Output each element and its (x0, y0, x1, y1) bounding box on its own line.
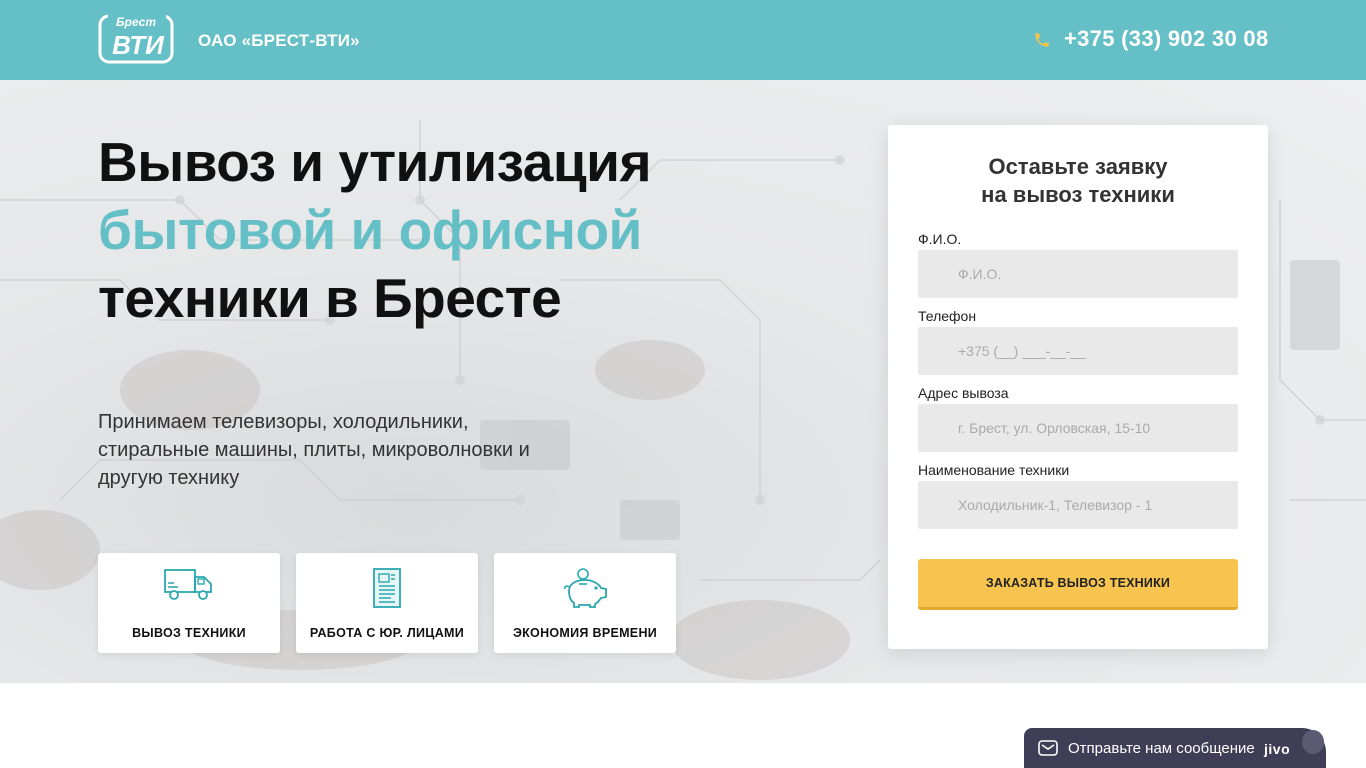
name-label: Ф.И.О. (918, 231, 962, 247)
svg-text:ВТИ: ВТИ (112, 30, 165, 60)
feature-card-pickup: ВЫВОЗ ТЕХНИКИ (98, 553, 280, 653)
phone-label: Телефон (918, 308, 977, 324)
form-title: Оставьте заявку на вывоз техники (888, 153, 1268, 209)
phone-icon (1035, 33, 1049, 47)
company-name: ОАО «БРЕСТ-ВТИ» (198, 31, 360, 50)
form-title-line-2: на вывоз техники (981, 182, 1175, 207)
form-title-line-1: Оставьте заявку (988, 154, 1168, 179)
hero-title-line-1: Вывоз и утилизация (98, 131, 652, 193)
feature-card-legal: РАБОТА С ЮР. ЛИЦАМИ (296, 553, 478, 653)
equipment-input[interactable] (918, 481, 1238, 529)
piggy-bank-icon (563, 568, 607, 608)
svg-text:Брест: Брест (116, 15, 156, 29)
truck-icon (164, 569, 212, 600)
hero-title-line-3: техники в Бресте (98, 267, 562, 329)
name-input[interactable] (918, 250, 1238, 298)
feature-label: ВЫВОЗ ТЕХНИКИ (132, 626, 246, 640)
phone-link[interactable]: +375 (33) 902 30 08 (1064, 26, 1268, 52)
feature-cards: ВЫВОЗ ТЕХНИКИ РАБОТА С ЮР. ЛИЦАМИ ЭКОНОМ… (98, 553, 676, 653)
address-input[interactable] (918, 404, 1238, 452)
order-pickup-button[interactable]: ЗАКАЗАТЬ ВЫВОЗ ТЕХНИКИ (918, 559, 1238, 610)
document-icon (373, 568, 401, 608)
hero-section: Вывоз и утилизация бытовой и офисной тех… (0, 80, 1366, 683)
chat-widget[interactable]: Отправьте нам сообщение jivo (1024, 728, 1326, 768)
site-header: Брест ВТИ ОАО «БРЕСТ-ВТИ» +375 (33) 902 … (0, 0, 1366, 80)
brest-vti-logo[interactable]: Брест ВТИ (98, 14, 174, 66)
address-label: Адрес вывоза (918, 385, 1009, 401)
envelope-icon (1038, 740, 1058, 756)
chat-status-bubble (1302, 730, 1324, 754)
feature-card-time-saving: ЭКОНОМИЯ ВРЕМЕНИ (494, 553, 676, 653)
hero-lead-text: Принимаем телевизоры, холодильники, стир… (98, 411, 530, 489)
equipment-label: Наименование техники (918, 462, 1070, 478)
hero-title: Вывоз и утилизация бытовой и офисной тех… (98, 128, 652, 332)
chat-prompt-text: Отправьте нам сообщение (1068, 740, 1255, 757)
phone-input[interactable] (918, 327, 1238, 375)
feature-label: РАБОТА С ЮР. ЛИЦАМИ (309, 626, 465, 640)
feature-label: ЭКОНОМИЯ ВРЕМЕНИ (512, 626, 658, 640)
jivo-logo: jivo (1264, 741, 1291, 757)
request-form: Оставьте заявку на вывоз техники Ф.И.О. … (888, 125, 1268, 649)
hero-title-line-2: бытовой и офисной (98, 199, 642, 261)
